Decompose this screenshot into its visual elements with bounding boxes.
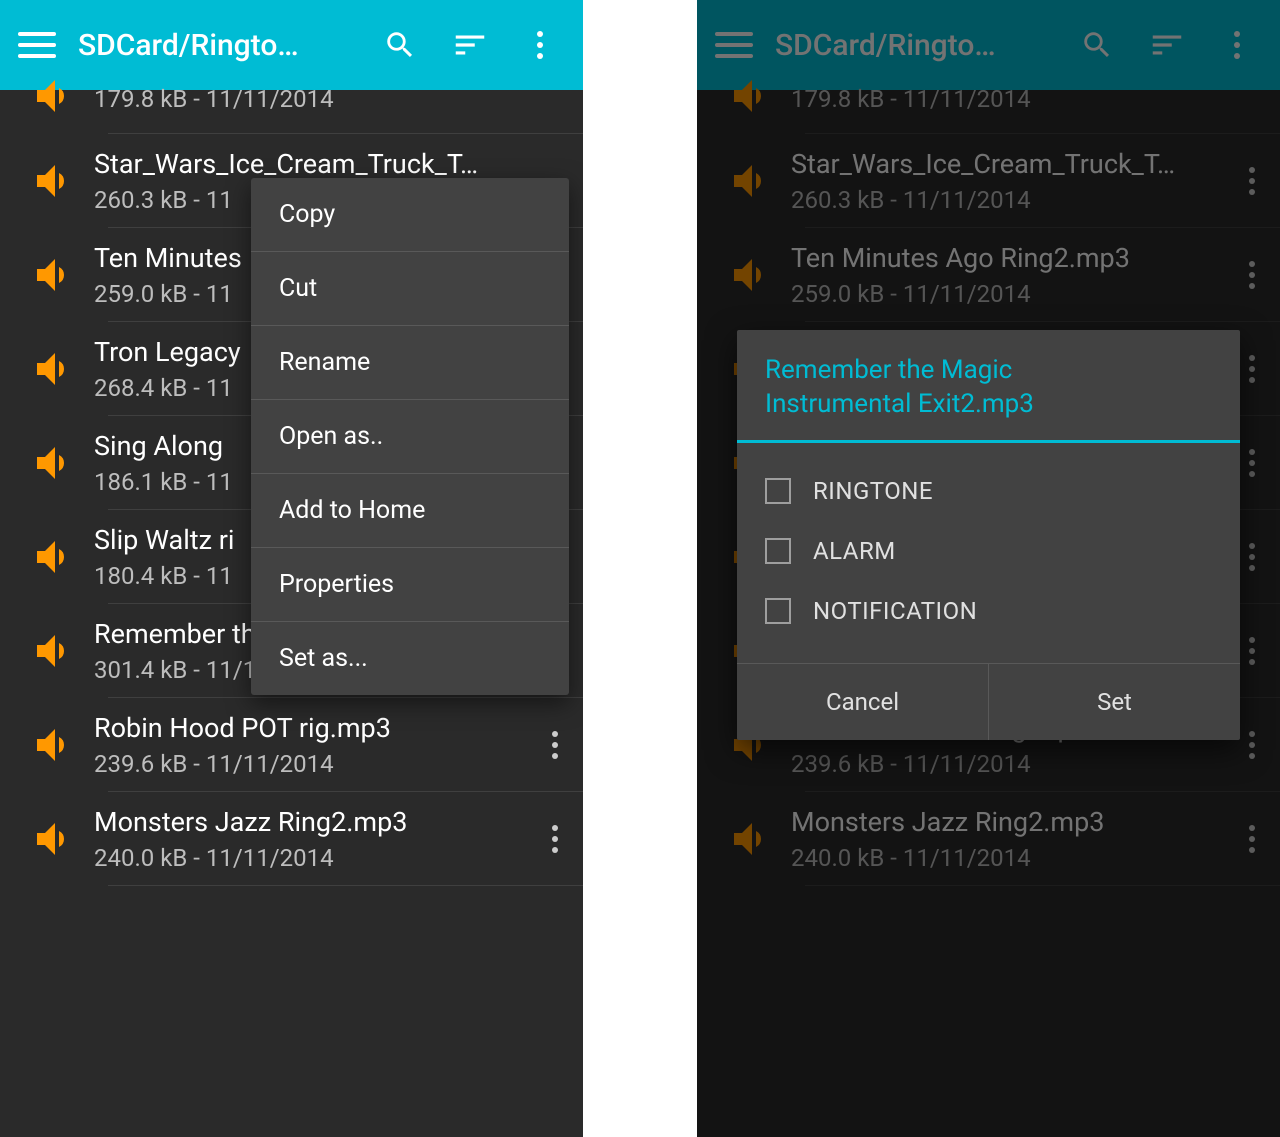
- list-item[interactable]: 179.8 kB - 11/11/2014: [0, 58, 583, 134]
- checkbox-label: RINGTONE: [813, 477, 933, 505]
- item-overflow-icon[interactable]: [535, 825, 575, 853]
- cancel-button[interactable]: Cancel: [737, 664, 989, 740]
- audio-icon: [16, 721, 94, 769]
- item-overflow-icon[interactable]: [535, 731, 575, 759]
- menu-cut[interactable]: Cut: [251, 252, 569, 326]
- audio-icon: [16, 815, 94, 863]
- checkbox-alarm[interactable]: ALARM: [765, 521, 1212, 581]
- file-meta: 240.0 kB - 11/11/2014: [94, 844, 531, 872]
- checkbox-icon: [765, 478, 791, 504]
- dialog-title-line1: Remember the Magic: [765, 355, 1012, 385]
- file-meta: 179.8 kB - 11/11/2014: [94, 85, 571, 113]
- checkbox-notification[interactable]: NOTIFICATION: [765, 581, 1212, 641]
- audio-icon: [16, 157, 94, 205]
- screenshot-divider: [583, 0, 697, 1137]
- menu-set-as[interactable]: Set as...: [251, 622, 569, 695]
- checkbox-ringtone[interactable]: RINGTONE: [765, 461, 1212, 521]
- right-screen: SDCard/Ringto… 179.8 kB - 11/11/2014 Sta…: [697, 0, 1280, 1137]
- dialog-title: Remember the Magic Instrumental Exit2.mp…: [737, 330, 1240, 443]
- audio-icon: [16, 251, 94, 299]
- list-item[interactable]: Robin Hood POT rig.mp3 239.6 kB - 11/11/…: [0, 698, 583, 792]
- checkbox-icon: [765, 598, 791, 624]
- menu-rename[interactable]: Rename: [251, 326, 569, 400]
- file-name: Robin Hood POT rig.mp3: [94, 712, 531, 744]
- search-icon[interactable]: [365, 28, 435, 62]
- overflow-icon[interactable]: [505, 31, 575, 59]
- menu-open-as[interactable]: Open as..: [251, 400, 569, 474]
- list-item[interactable]: Monsters Jazz Ring2.mp3 240.0 kB - 11/11…: [0, 792, 583, 886]
- set-button[interactable]: Set: [989, 664, 1240, 740]
- audio-icon: [16, 533, 94, 581]
- checkbox-icon: [765, 538, 791, 564]
- file-name: Star_Wars_Ice_Cream_Truck_T…: [94, 148, 571, 180]
- menu-add-home[interactable]: Add to Home: [251, 474, 569, 548]
- checkbox-label: ALARM: [813, 537, 896, 565]
- audio-icon: [16, 345, 94, 393]
- audio-icon: [16, 627, 94, 675]
- dialog-title-line2: Instrumental Exit2.mp3: [765, 389, 1034, 419]
- menu-properties[interactable]: Properties: [251, 548, 569, 622]
- checkbox-label: NOTIFICATION: [813, 597, 977, 625]
- set-as-dialog: Remember the Magic Instrumental Exit2.mp…: [737, 330, 1240, 740]
- audio-icon: [16, 439, 94, 487]
- file-meta: 239.6 kB - 11/11/2014: [94, 750, 531, 778]
- left-screen: SDCard/Ringto… 179.8 kB - 11/11/2014 Sta…: [0, 0, 583, 1137]
- audio-icon: [16, 72, 94, 120]
- menu-copy[interactable]: Copy: [251, 178, 569, 252]
- context-menu: Copy Cut Rename Open as.. Add to Home Pr…: [251, 178, 569, 695]
- file-name: Monsters Jazz Ring2.mp3: [94, 806, 531, 838]
